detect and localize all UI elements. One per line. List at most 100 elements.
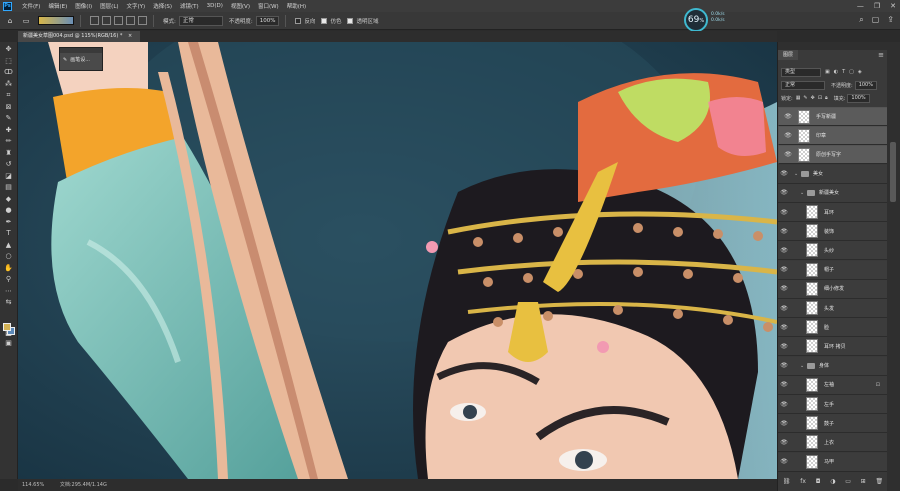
visibility-eye-icon[interactable]: 👁︎ — [778, 420, 790, 427]
blend-mode-select[interactable]: 正常 — [781, 80, 825, 90]
layer-thumbnail[interactable] — [806, 320, 818, 335]
visibility-eye-icon[interactable]: 👁︎ — [778, 362, 790, 369]
dodge-tool-icon[interactable]: ● — [3, 205, 15, 217]
magic-wand-tool-icon[interactable]: ⁂ — [3, 79, 15, 91]
filter-pixel-icon[interactable]: ▣ — [825, 69, 830, 75]
visibility-eye-icon[interactable]: 👁︎ — [782, 151, 794, 159]
gradient-picker[interactable] — [38, 16, 74, 25]
visibility-eye-icon[interactable]: 👁︎ — [778, 209, 790, 216]
foreground-color-swatch[interactable] — [3, 323, 11, 331]
layer-row[interactable]: 👁︎ 上衣 — [778, 433, 888, 453]
screen-mode-icon[interactable]: ▣ — [3, 338, 15, 350]
radial-gradient-icon[interactable] — [102, 16, 111, 25]
layer-row[interactable]: 👁︎ 帽子 — [778, 260, 888, 280]
visibility-eye-icon[interactable]: 👁︎ — [778, 247, 790, 254]
layer-fill-input[interactable]: 100% — [847, 93, 870, 103]
home-icon[interactable]: ⌂ — [4, 15, 16, 26]
reflected-gradient-icon[interactable] — [126, 16, 135, 25]
layer-thumbnail[interactable] — [798, 109, 810, 124]
angle-gradient-icon[interactable] — [114, 16, 123, 25]
layer-row[interactable]: 👁︎ 装饰 — [778, 222, 888, 242]
layer-row[interactable]: 👁︎ 手写新疆 — [778, 107, 888, 126]
chevron-down-icon[interactable]: ⌄ — [794, 171, 801, 177]
menu-edit[interactable]: 编辑(E) — [44, 2, 71, 10]
visibility-eye-icon[interactable]: 👁︎ — [778, 401, 790, 408]
close-tab-icon[interactable]: × — [128, 33, 132, 39]
linear-gradient-icon[interactable] — [90, 16, 99, 25]
layer-row[interactable]: 👁︎ 马甲 — [778, 452, 888, 472]
layer-thumbnail[interactable] — [806, 435, 818, 450]
frame-tool-icon[interactable]: ⊠ — [3, 102, 15, 114]
visibility-eye-icon[interactable]: 👁︎ — [778, 228, 790, 235]
maximize-button[interactable]: ❐ — [874, 2, 880, 10]
layer-group-row[interactable]: 👁︎ ⌄ 美女 — [778, 164, 888, 184]
workspace-icon[interactable]: ▢ — [872, 15, 880, 25]
layer-row[interactable]: 👁︎ 左袖 ⊡ — [778, 375, 888, 395]
layer-row[interactable]: 👁︎ 耳环 — [778, 203, 888, 222]
shape-tool-icon[interactable]: ○ — [3, 251, 15, 263]
visibility-eye-icon[interactable]: 👁︎ — [778, 324, 790, 331]
layer-thumbnail[interactable] — [806, 281, 818, 296]
marquee-tool-icon[interactable]: ⬚ — [3, 56, 15, 68]
layer-thumbnail[interactable] — [798, 147, 810, 162]
lock-artboard-icon[interactable]: ⊡ — [818, 95, 822, 101]
scrollbar-thumb[interactable] — [890, 142, 896, 202]
layer-thumbnail[interactable] — [806, 454, 818, 469]
visibility-eye-icon[interactable]: 👁︎ — [778, 170, 790, 177]
eraser-tool-icon[interactable]: ◪ — [3, 171, 15, 183]
adjustment-layer-icon[interactable]: ◑ — [830, 478, 835, 485]
layer-row[interactable]: 👁︎ 头发 — [778, 299, 888, 318]
menu-window[interactable]: 窗口(W) — [254, 2, 283, 10]
diamond-gradient-icon[interactable] — [138, 16, 147, 25]
photoshop-logo[interactable]: Ps — [3, 1, 12, 11]
delete-layer-icon[interactable]: 🗑︎ — [875, 478, 883, 485]
more-tools-icon[interactable]: ⋯ — [3, 286, 15, 298]
document-tab[interactable]: 新疆美女草图004.psd @ 115%(RGB/16) * × — [18, 31, 140, 42]
pen-tool-icon[interactable]: ✒ — [3, 217, 15, 229]
close-window-button[interactable]: ✕ — [890, 2, 896, 10]
document-info[interactable]: 文档:295.4M/1.14G — [60, 482, 107, 488]
zoom-level[interactable]: 114.65% — [22, 482, 44, 488]
lock-pixels-icon[interactable]: ✎ — [803, 95, 807, 101]
visibility-eye-icon[interactable]: 👁︎ — [778, 458, 790, 465]
gradient-tool-icon[interactable]: ▤ — [3, 182, 15, 194]
tab-layers[interactable]: 图层 — [778, 50, 799, 60]
menu-image[interactable]: 图像(I) — [71, 2, 96, 10]
layer-row[interactable]: 👁︎ 左手 — [778, 395, 888, 414]
visibility-eye-icon[interactable]: 👁︎ — [778, 343, 790, 350]
performance-gauge[interactable]: 69% — [684, 8, 708, 32]
layer-row[interactable]: 👁︎ 脸 — [778, 318, 888, 338]
crop-tool-icon[interactable]: ⌗ — [3, 90, 15, 102]
filter-smart-icon[interactable]: ◈ — [858, 69, 862, 75]
swap-colors-icon[interactable]: ⇆ — [3, 297, 15, 309]
layer-thumbnail[interactable] — [806, 416, 818, 431]
chevron-down-icon[interactable]: ⌄ — [800, 363, 807, 369]
transparency-checkbox[interactable]: 透明区域 — [347, 17, 379, 25]
layer-thumbnail[interactable] — [806, 339, 818, 354]
eyedropper-tool-icon[interactable]: ✎ — [3, 113, 15, 125]
lasso-tool-icon[interactable]: ↀ — [3, 67, 15, 79]
layer-row[interactable]: 👁︎ 耳环 拷贝 — [778, 337, 888, 357]
menu-help[interactable]: 帮助(H) — [283, 2, 310, 10]
layer-thumbnail[interactable] — [806, 205, 818, 219]
canvas[interactable] — [18, 42, 777, 479]
menu-layer[interactable]: 图层(L) — [96, 2, 122, 10]
filter-shape-icon[interactable]: ▢ — [849, 69, 854, 75]
blur-tool-icon[interactable]: ◆ — [3, 194, 15, 206]
menu-select[interactable]: 选择(S) — [149, 2, 176, 10]
layer-row[interactable]: 👁︎ 印章 — [778, 126, 888, 146]
minimize-button[interactable]: — — [857, 2, 864, 10]
add-mask-icon[interactable]: ◘ — [816, 478, 821, 485]
layer-group-row[interactable]: 👁︎ ⌄ 新疆美女 — [778, 183, 888, 203]
visibility-eye-icon[interactable]: 👁︎ — [778, 189, 790, 196]
visibility-eye-icon[interactable]: 👁︎ — [778, 381, 790, 388]
layer-thumbnail[interactable] — [806, 262, 818, 277]
menu-3d[interactable]: 3D(D) — [203, 3, 227, 9]
zoom-tool-icon[interactable]: ⚲ — [3, 274, 15, 286]
visibility-eye-icon[interactable]: 👁︎ — [782, 132, 794, 140]
menu-file[interactable]: 文件(F) — [18, 2, 44, 10]
layer-opacity-input[interactable]: 100% — [854, 80, 877, 90]
layer-row[interactable]: 👁︎ 原创手写字 — [778, 145, 888, 165]
search-icon[interactable]: ⌕ — [859, 15, 863, 25]
visibility-eye-icon[interactable]: 👁︎ — [782, 113, 794, 121]
